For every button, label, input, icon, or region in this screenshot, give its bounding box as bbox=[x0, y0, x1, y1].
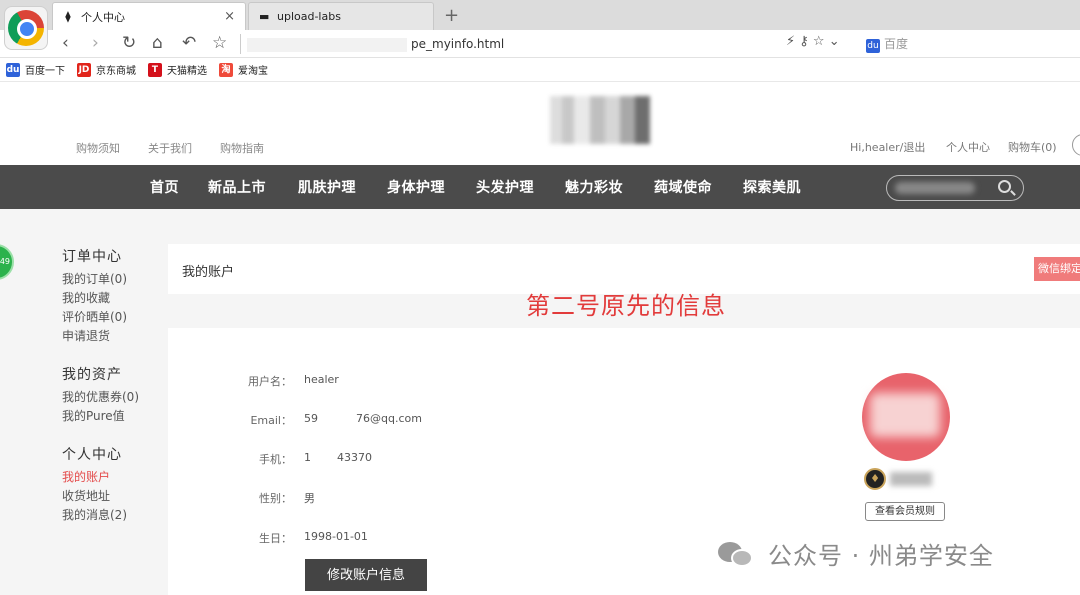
new-tab-icon[interactable]: + bbox=[444, 5, 459, 26]
nav-skin-care[interactable]: 肌肤护理 bbox=[298, 177, 356, 197]
bookmark-tmall[interactable]: T 天猫精选 bbox=[148, 62, 207, 77]
sidebar-group-title: 我的资产 bbox=[62, 367, 122, 383]
member-level: ♦ bbox=[864, 468, 944, 492]
account-sidebar: 订单中心 我的订单(0) 我的收藏 评价晒单(0) 申请退货 我的资产 我的优惠… bbox=[62, 246, 162, 543]
username-value: healer bbox=[304, 373, 339, 386]
sidebar-group-personal: 个人中心 我的账户 收货地址 我的消息(2) bbox=[62, 444, 162, 525]
link-about-us[interactable]: 关于我们 bbox=[148, 140, 192, 156]
phone-value: 1 43370 bbox=[304, 451, 372, 464]
cart-icon[interactable] bbox=[1072, 134, 1080, 156]
home-icon[interactable]: ⌂ bbox=[152, 33, 163, 53]
redacted-search-text bbox=[895, 182, 975, 194]
back-icon[interactable]: ‹ bbox=[62, 33, 69, 53]
redacted-url bbox=[247, 37, 407, 52]
folder-favicon-icon: ▬ bbox=[259, 9, 270, 23]
avatar[interactable] bbox=[862, 373, 950, 461]
cart-link[interactable]: 购物车(0) bbox=[1008, 139, 1057, 155]
sidebar-item-favorites[interactable]: 我的收藏 bbox=[62, 289, 162, 308]
tmall-icon: T bbox=[148, 62, 162, 77]
nav-makeup[interactable]: 魅力彩妆 bbox=[565, 177, 623, 197]
watermark-text: 公众号 · 州弟学安全 bbox=[768, 542, 994, 570]
close-tab-icon[interactable]: × bbox=[224, 9, 235, 24]
nav-home[interactable]: 首页 bbox=[150, 177, 179, 197]
address-bar-tools[interactable]: ⚡ ⚷ ☆ ⌄ bbox=[786, 34, 840, 49]
bookmark-jd[interactable]: JD 京东商城 bbox=[77, 62, 136, 77]
sidebar-group-assets: 我的资产 我的优惠券(0) 我的Pure值 bbox=[62, 364, 162, 426]
reload-icon[interactable]: ↻ bbox=[122, 33, 136, 53]
tab-label: 个人中心 bbox=[81, 10, 125, 24]
gender-value: 男 bbox=[304, 492, 315, 505]
wechat-icon bbox=[718, 540, 754, 568]
nav-explore[interactable]: 探索美肌 bbox=[743, 177, 801, 197]
jd-icon: JD bbox=[77, 62, 91, 77]
link-shopping-guide[interactable]: 购物指南 bbox=[220, 140, 264, 156]
baidu-icon: du bbox=[6, 62, 20, 77]
tab-label: upload-labs bbox=[277, 10, 341, 23]
forward-icon[interactable]: › bbox=[92, 33, 99, 53]
page-favicon-icon: ⧫ bbox=[65, 9, 71, 23]
sidebar-item-reviews[interactable]: 评价晒单(0) bbox=[62, 308, 162, 327]
sidebar-item-my-orders[interactable]: 我的订单(0) bbox=[62, 270, 162, 289]
bookmarks-bar: du 百度一下 JD 京东商城 T 天猫精选 淘 爱淘宝 bbox=[0, 58, 1080, 82]
sidebar-item-messages[interactable]: 我的消息(2) bbox=[62, 506, 162, 525]
address-bar: ‹ › ↻ ⌂ ↶ ☆ pe_myinfo.html ⚡ ⚷ ☆ ⌄ du 百度 bbox=[0, 30, 1080, 58]
redacted-avatar bbox=[870, 393, 940, 437]
email-value: 59 76@qq.com bbox=[304, 412, 422, 425]
annotation-original-info: 第二号原先的信息 bbox=[526, 292, 726, 320]
bookmark-aitaobao[interactable]: 淘 爱淘宝 bbox=[219, 62, 268, 77]
main-navigation: 首页 新品上市 肌肤护理 身体护理 头发护理 魅力彩妆 莼域使命 探索美肌 bbox=[0, 165, 1080, 209]
tab-upload-labs[interactable]: ▬ upload-labs bbox=[248, 2, 434, 30]
browser-tab-bar: ⧫ 个人中心 × ▬ upload-labs + bbox=[0, 0, 1080, 50]
page-title: 我的账户 bbox=[182, 265, 235, 280]
browser-logo-icon[interactable] bbox=[4, 6, 48, 50]
user-center-link[interactable]: 个人中心 bbox=[946, 139, 990, 155]
link-shopping-notice[interactable]: 购物须知 bbox=[76, 140, 120, 156]
redacted-phone bbox=[311, 453, 337, 463]
field-label: 手机： bbox=[259, 453, 292, 466]
redacted-email bbox=[318, 414, 356, 424]
undo-icon[interactable]: ↶ bbox=[182, 33, 196, 53]
sidebar-item-coupons[interactable]: 我的优惠券(0) bbox=[62, 388, 162, 407]
member-rules-button[interactable]: 查看会员规则 bbox=[865, 502, 945, 521]
tab-personal-center[interactable]: ⧫ 个人中心 × bbox=[52, 2, 246, 30]
site-logo[interactable] bbox=[550, 96, 650, 144]
medal-icon: ♦ bbox=[864, 468, 886, 490]
wechat-bind-button[interactable]: 微信绑定 bbox=[1034, 257, 1080, 281]
bookmark-baidu[interactable]: du 百度一下 bbox=[6, 62, 65, 77]
nav-new-arrivals[interactable]: 新品上市 bbox=[208, 177, 266, 197]
search-icon[interactable] bbox=[998, 180, 1011, 193]
field-label: Email： bbox=[250, 414, 292, 427]
nav-mission[interactable]: 莼域使命 bbox=[654, 177, 712, 197]
redacted-level bbox=[890, 472, 932, 486]
bookmark-star-icon[interactable]: ☆ bbox=[212, 33, 227, 53]
nav-body-care[interactable]: 身体护理 bbox=[387, 177, 445, 197]
sidebar-group-title: 订单中心 bbox=[62, 249, 122, 265]
baidu-paw-icon: du bbox=[866, 39, 880, 53]
birthday-value: 1998-01-01 bbox=[304, 530, 368, 543]
field-label: 性别： bbox=[259, 492, 292, 505]
field-label: 用户名： bbox=[248, 375, 292, 388]
sidebar-item-addresses[interactable]: 收货地址 bbox=[62, 487, 162, 506]
taobao-icon: 淘 bbox=[219, 62, 233, 77]
sidebar-group-orders: 订单中心 我的订单(0) 我的收藏 评价晒单(0) 申请退货 bbox=[62, 246, 162, 346]
url-input[interactable]: pe_myinfo.html bbox=[240, 34, 860, 54]
site-search-input[interactable] bbox=[886, 175, 1024, 201]
nav-hair-care[interactable]: 头发护理 bbox=[476, 177, 534, 197]
watermark: 公众号 · 州弟学安全 bbox=[718, 536, 994, 571]
sidebar-group-title: 个人中心 bbox=[62, 447, 122, 463]
search-engine-box[interactable]: du 百度 bbox=[866, 35, 908, 53]
sidebar-item-my-account[interactable]: 我的账户 bbox=[62, 468, 162, 487]
sidebar-item-returns[interactable]: 申请退货 bbox=[62, 327, 162, 346]
sidebar-item-pure-points[interactable]: 我的Pure值 bbox=[62, 407, 162, 426]
field-label: 生日： bbox=[259, 532, 292, 545]
greeting-logout-link[interactable]: Hi,healer/退出 bbox=[850, 139, 925, 155]
edit-account-button[interactable]: 修改账户信息 bbox=[305, 559, 427, 591]
